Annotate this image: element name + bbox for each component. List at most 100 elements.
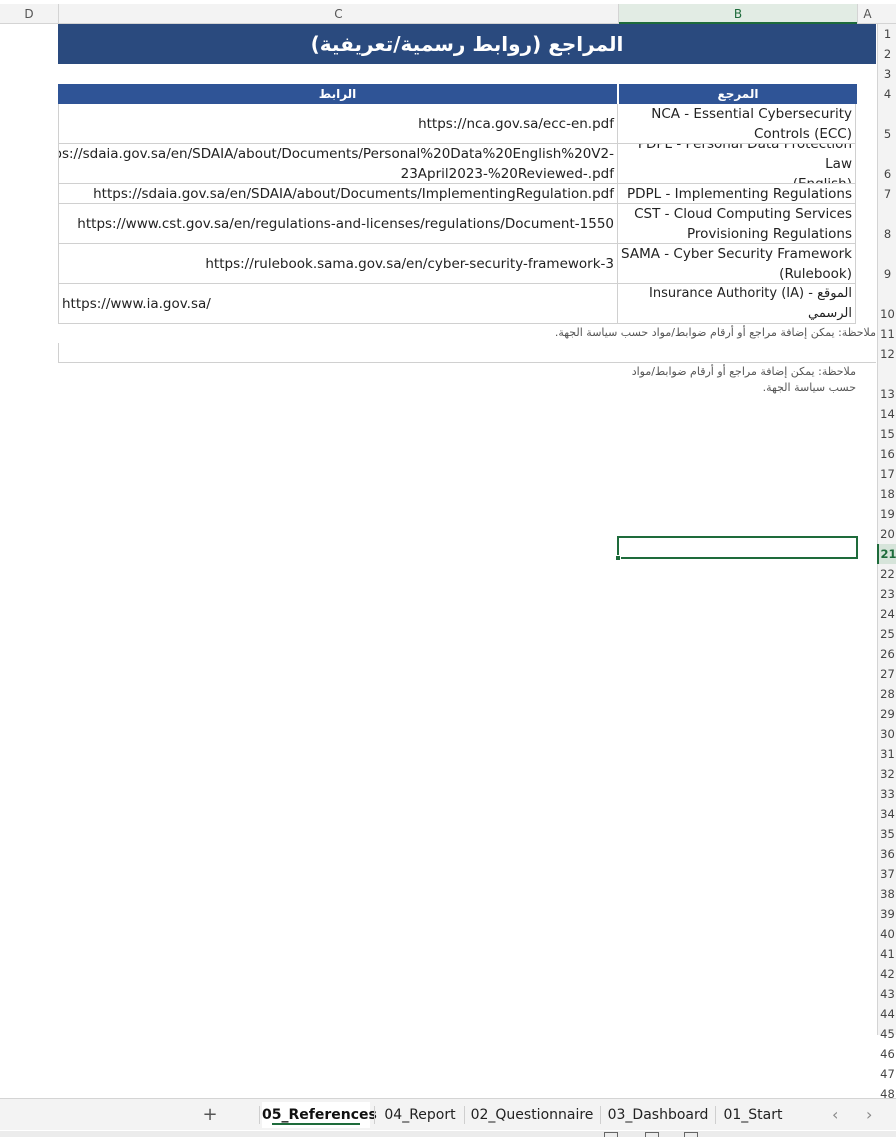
page-break-preview-icon[interactable]	[684, 1132, 698, 1137]
scroll-tabs-left-icon[interactable]: ‹	[832, 1104, 838, 1126]
column-header-a[interactable]: A	[858, 4, 877, 24]
header-link[interactable]: الرابط	[58, 84, 618, 104]
row-number[interactable]: 27	[879, 664, 896, 684]
column-header-b[interactable]: B	[619, 4, 857, 24]
row-number[interactable]: 5	[879, 124, 896, 144]
reference-cell[interactable]: NCA - Essential Cybersecurity Controls (…	[618, 104, 856, 144]
tab-separator	[259, 1106, 260, 1124]
row-number[interactable]: 10	[879, 304, 896, 324]
tab-separator	[374, 1106, 375, 1124]
row-number[interactable]: 40	[879, 924, 896, 944]
row-number[interactable]: 39	[879, 904, 896, 924]
reference-text: Controls (ECC)	[753, 125, 852, 142]
row-number[interactable]: 47	[879, 1064, 896, 1084]
note-text-line1: ملاحظة: يمكن إضافة مراجع أو أرقام ضوابط/…	[631, 365, 856, 378]
row-number[interactable]: 43	[879, 984, 896, 1004]
row-number[interactable]: 20	[879, 524, 896, 544]
row-number[interactable]: 1	[879, 24, 896, 44]
reference-text: PDPL - Implementing Regulations	[626, 185, 852, 202]
row-number[interactable]: 36	[879, 844, 896, 864]
row-number[interactable]: 2	[879, 44, 896, 64]
column-header-d[interactable]: D	[0, 4, 58, 24]
reference-text: SAMA - Cyber Security Framework	[621, 245, 852, 262]
reference-cell[interactable]: PDPL - Personal Data Protection Law (Eng…	[618, 144, 856, 184]
reference-cell[interactable]: PDPL - Implementing Regulations	[618, 184, 856, 204]
reference-text: PDPL - Personal Data Protection Law	[638, 144, 852, 172]
reference-cell[interactable]: CST - Cloud Computing Services Provision…	[618, 204, 856, 244]
row-number[interactable]: 29	[879, 704, 896, 724]
row-number[interactable]: 25	[879, 624, 896, 644]
reference-text: (English)	[792, 175, 852, 184]
row-number[interactable]: 37	[879, 864, 896, 884]
row-number[interactable]: 32	[879, 764, 896, 784]
row-number[interactable]: 24	[879, 604, 896, 624]
tab-05-references[interactable]: 05_References	[262, 1102, 377, 1128]
header-reference[interactable]: المرجع	[619, 84, 857, 104]
row-number[interactable]: 11	[879, 324, 896, 344]
note-text: ملاحظة: يمكن إضافة مراجع أو أرقام ضوابط/…	[554, 326, 876, 339]
row-number[interactable]: 16	[879, 444, 896, 464]
row-number[interactable]: 28	[879, 684, 896, 704]
scroll-tabs-right-icon[interactable]: ›	[866, 1104, 872, 1126]
link-text: https://www.cst.gov.sa/en/regulations-an…	[77, 215, 614, 232]
link-cell[interactable]: https://sdaia.gov.sa/en/SDAIA/about/Docu…	[58, 184, 618, 204]
row-number[interactable]: 17	[879, 464, 896, 484]
link-cell[interactable]: https://rulebook.sama.gov.sa/en/cyber-se…	[58, 244, 618, 284]
reference-cell[interactable]: SAMA - Cyber Security Framework (Ruleboo…	[618, 244, 856, 284]
row-number[interactable]: 18	[879, 484, 896, 504]
row-number[interactable]: 22	[879, 564, 896, 584]
row-number[interactable]: 6	[879, 164, 896, 184]
tab-separator	[715, 1106, 716, 1124]
link-cell[interactable]: https://sdaia.gov.sa/en/SDAIA/about/Docu…	[58, 144, 618, 184]
row-number[interactable]: 7	[879, 184, 896, 204]
row-number[interactable]: 42	[879, 964, 896, 984]
row-number[interactable]: 19	[879, 504, 896, 524]
tab-separator	[464, 1106, 465, 1124]
link-text: https://rulebook.sama.gov.sa/en/cyber-se…	[205, 255, 614, 272]
row-number[interactable]: 30	[879, 724, 896, 744]
tab-separator	[600, 1106, 601, 1124]
row-number[interactable]: 9	[879, 264, 896, 284]
page-layout-icon[interactable]	[645, 1132, 659, 1137]
link-cell[interactable]: https://www.ia.gov.sa/	[58, 284, 618, 324]
fill-handle[interactable]	[615, 555, 621, 561]
row-number[interactable]: 46	[879, 1044, 896, 1064]
row-number[interactable]: 35	[879, 824, 896, 844]
tab-02-questionnaire[interactable]: 02_Questionnaire	[470, 1102, 594, 1128]
row-number[interactable]: 8	[879, 224, 896, 244]
select-all-corner[interactable]	[877, 4, 896, 24]
selected-cell-b21[interactable]	[617, 536, 858, 559]
row-number[interactable]: 31	[879, 744, 896, 764]
reference-cell[interactable]: Insurance Authority (IA) - الموقع الرسمي	[618, 284, 856, 324]
row-number[interactable]: 23	[879, 584, 896, 604]
link-text: https://www.ia.gov.sa/	[62, 295, 211, 312]
row-number[interactable]: 33	[879, 784, 896, 804]
active-tab-underline	[272, 1123, 360, 1125]
status-bar	[0, 1131, 896, 1137]
row-number[interactable]: 15	[879, 424, 896, 444]
empty-row[interactable]	[58, 343, 876, 363]
normal-view-icon[interactable]	[604, 1132, 618, 1137]
tab-03-dashboard[interactable]: 03_Dashboard	[606, 1102, 710, 1128]
tab-01-start[interactable]: 01_Start	[720, 1102, 786, 1128]
row-number[interactable]: 44	[879, 1004, 896, 1024]
row-number[interactable]: 3	[879, 64, 896, 84]
reference-text: Insurance Authority (IA) - الموقع الرسمي	[649, 285, 852, 321]
row-number[interactable]: 34	[879, 804, 896, 824]
row-number[interactable]: 38	[879, 884, 896, 904]
row-number[interactable]: 12	[879, 344, 896, 364]
row-number[interactable]: 45	[879, 1024, 896, 1044]
row-number[interactable]: 26	[879, 644, 896, 664]
row-number[interactable]: 41	[879, 944, 896, 964]
link-text: https://sdaia.gov.sa/en/SDAIA/about/Docu…	[58, 145, 614, 162]
row-number[interactable]: 21	[877, 544, 896, 564]
row-number[interactable]: 4	[879, 84, 896, 104]
column-header-c[interactable]: C	[59, 4, 618, 24]
tab-04-report[interactable]: 04_Report	[380, 1102, 460, 1128]
tab-label: 05_References	[262, 1107, 377, 1123]
add-sheet-button[interactable]: +	[196, 1102, 224, 1128]
row-number[interactable]: 14	[879, 404, 896, 424]
row-number[interactable]: 13	[879, 384, 896, 404]
link-cell[interactable]: https://www.cst.gov.sa/en/regulations-an…	[58, 204, 618, 244]
link-cell[interactable]: https://nca.gov.sa/ecc-en.pdf	[58, 104, 618, 144]
